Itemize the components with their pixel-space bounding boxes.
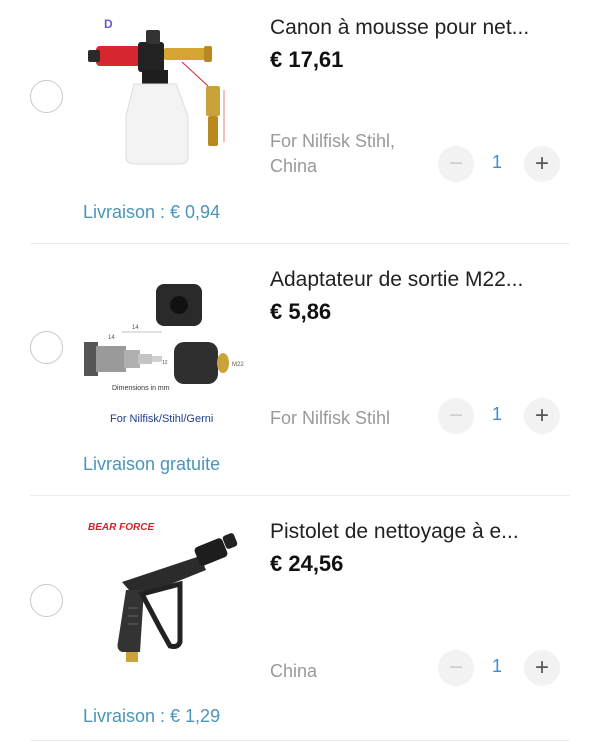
product-title[interactable]: Adaptateur de sortie M22... (270, 268, 570, 292)
minus-icon: − (448, 402, 463, 429)
plus-icon: + (534, 402, 549, 429)
dim-label-14a: 14 (132, 325, 139, 331)
spray-gun-image[interactable]: BEAR FORCE (82, 512, 250, 680)
product-title[interactable]: Canon à mousse pour net... (270, 16, 570, 40)
increase-quantity-button[interactable]: + (524, 146, 560, 182)
shipping-info: Livraison : € 0,94 (83, 202, 221, 222)
product-variant[interactable]: China (270, 659, 430, 684)
quantity-stepper: − 1 + (438, 650, 560, 686)
quantity-value: 1 (491, 152, 502, 172)
minus-icon: − (448, 654, 463, 681)
item-select-radio[interactable] (30, 331, 63, 364)
decrease-quantity-button[interactable]: − (438, 146, 474, 182)
minus-icon: − (448, 150, 463, 177)
item-divider (30, 740, 570, 741)
item-select-radio[interactable] (30, 584, 63, 617)
foam-cannon-image[interactable]: D (82, 6, 250, 174)
m22-adapter-image[interactable]: 14 14 12 M22 Dimensions in mm For Nilfis… (82, 262, 250, 430)
cart-item: BEAR FORCE Pistolet de nettoyage à e... … (0, 496, 600, 742)
decrease-quantity-button[interactable]: − (438, 398, 474, 434)
product-variant[interactable]: For Nilfisk Stihl, China (270, 129, 430, 179)
quantity-value: 1 (491, 404, 502, 424)
product-title[interactable]: Pistolet de nettoyage à e... (270, 520, 570, 544)
increase-quantity-button[interactable]: + (524, 398, 560, 434)
quantity-stepper: − 1 + (438, 146, 560, 182)
plus-icon: + (534, 150, 549, 177)
cart-item: D Canon à mousse pour net... € 17,61 For… (0, 0, 600, 244)
cart-item: 14 14 12 M22 Dimensions in mm For Nilfis… (0, 244, 600, 496)
quantity-value: 1 (491, 656, 502, 676)
shipping-info: Livraison : € 1,29 (83, 706, 221, 726)
shipping-info: Livraison gratuite (83, 454, 221, 474)
item-select-radio[interactable] (30, 80, 63, 113)
svg-text:D: D (104, 17, 113, 31)
dim-label-12: 12 (162, 360, 168, 366)
quantity-stepper: − 1 + (438, 398, 560, 434)
plus-icon: + (534, 654, 549, 681)
product-price: € 24,56 (270, 551, 344, 576)
brand-caption: For Nilfisk/Stihl/Gerni (110, 413, 213, 425)
dimensions-caption: Dimensions in mm (112, 385, 170, 392)
product-variant[interactable]: For Nilfisk Stihl (270, 406, 430, 431)
dim-label-m22: M22 (232, 362, 244, 368)
product-price: € 17,61 (270, 47, 344, 72)
decrease-quantity-button[interactable]: − (438, 650, 474, 686)
product-price: € 5,86 (270, 299, 332, 324)
dim-label-14b: 14 (108, 335, 115, 341)
increase-quantity-button[interactable]: + (524, 650, 560, 686)
bear-force-logo: BEAR FORCE (88, 522, 154, 533)
